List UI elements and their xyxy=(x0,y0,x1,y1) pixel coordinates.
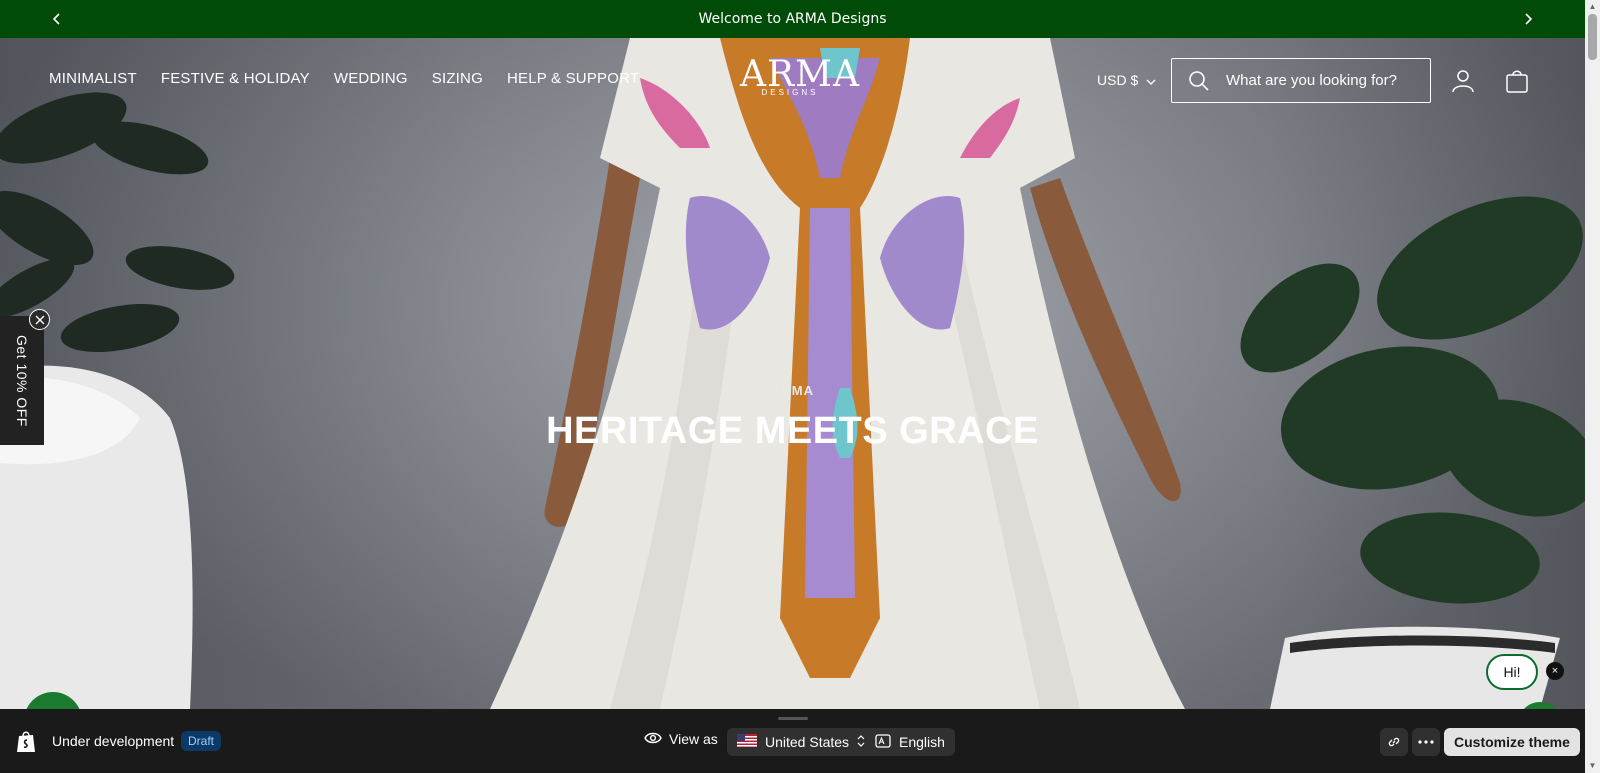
account-icon[interactable] xyxy=(1450,68,1476,94)
scroll-up-icon[interactable]: ▲ xyxy=(1588,2,1597,12)
hero-title: HERITAGE MEETS GRACE xyxy=(546,410,1039,452)
nav-item-wedding[interactable]: WEDDING xyxy=(334,70,408,87)
close-icon[interactable] xyxy=(29,309,50,330)
status-badge: Draft xyxy=(181,731,222,751)
discount-tab-label: Get 10% OFF xyxy=(14,334,30,427)
hero-eyebrow: ARMA xyxy=(771,383,814,398)
announcement-text: Welcome to ARMA Designs xyxy=(698,11,887,27)
currency-selector[interactable]: USD $ xyxy=(1097,72,1156,88)
view-as: View as xyxy=(644,731,718,747)
cart-icon[interactable] xyxy=(1504,68,1530,94)
main-nav: MINIMALIST FESTIVE & HOLIDAY WEDDING SIZ… xyxy=(49,70,639,87)
hero-banner: ARMA HERITAGE MEETS GRACE xyxy=(0,38,1585,709)
nav-item-sizing[interactable]: SIZING xyxy=(432,70,483,87)
hero-image xyxy=(0,38,1585,709)
announcement-bar: Welcome to ARMA Designs xyxy=(0,0,1585,38)
currency-label: USD $ xyxy=(1097,72,1139,88)
chevron-right-icon[interactable] xyxy=(1518,9,1538,29)
chat-greeting-bubble[interactable]: Hi! xyxy=(1486,654,1538,690)
chat-close-button[interactable]: × xyxy=(1546,662,1564,680)
nav-item-minimalist[interactable]: MINIMALIST xyxy=(49,70,137,87)
language-label: English xyxy=(899,734,945,750)
chevron-down-icon xyxy=(1146,72,1156,88)
discount-tab[interactable]: Get 10% OFF xyxy=(0,316,44,445)
link-icon[interactable] xyxy=(1380,728,1408,756)
nav-item-festive-holiday[interactable]: FESTIVE & HOLIDAY xyxy=(161,70,310,87)
drag-handle[interactable] xyxy=(778,717,808,720)
country-label: United States xyxy=(765,734,850,750)
translate-icon xyxy=(875,733,891,751)
shopify-bag-icon xyxy=(16,729,36,753)
scroll-down-icon[interactable]: ▼ xyxy=(1588,761,1597,771)
view-as-label: View as xyxy=(669,731,718,747)
more-options-icon[interactable] xyxy=(1412,728,1440,756)
theme-status: Under development xyxy=(52,733,175,749)
theme-preview-bar: Under development Draft View as United S… xyxy=(0,709,1585,773)
country-selector[interactable]: United States xyxy=(727,728,876,756)
customize-theme-button[interactable]: Customize theme xyxy=(1444,728,1580,756)
language-selector[interactable]: English xyxy=(865,728,955,756)
us-flag-icon xyxy=(737,734,757,750)
nav-item-help-support[interactable]: HELP & SUPPORT xyxy=(507,70,639,87)
chevron-left-icon[interactable] xyxy=(47,9,67,29)
search-icon xyxy=(1172,70,1226,92)
chevron-updown-icon xyxy=(857,734,865,750)
page-scrollbar[interactable]: ▲ ▼ xyxy=(1585,0,1600,773)
search-input[interactable]: What are you looking for? xyxy=(1226,72,1397,89)
eye-icon xyxy=(644,731,662,747)
search-bar[interactable]: What are you looking for? xyxy=(1171,58,1431,103)
site-logo[interactable]: ARMA DESIGNS xyxy=(740,56,859,98)
scrollbar-thumb[interactable] xyxy=(1588,14,1597,60)
